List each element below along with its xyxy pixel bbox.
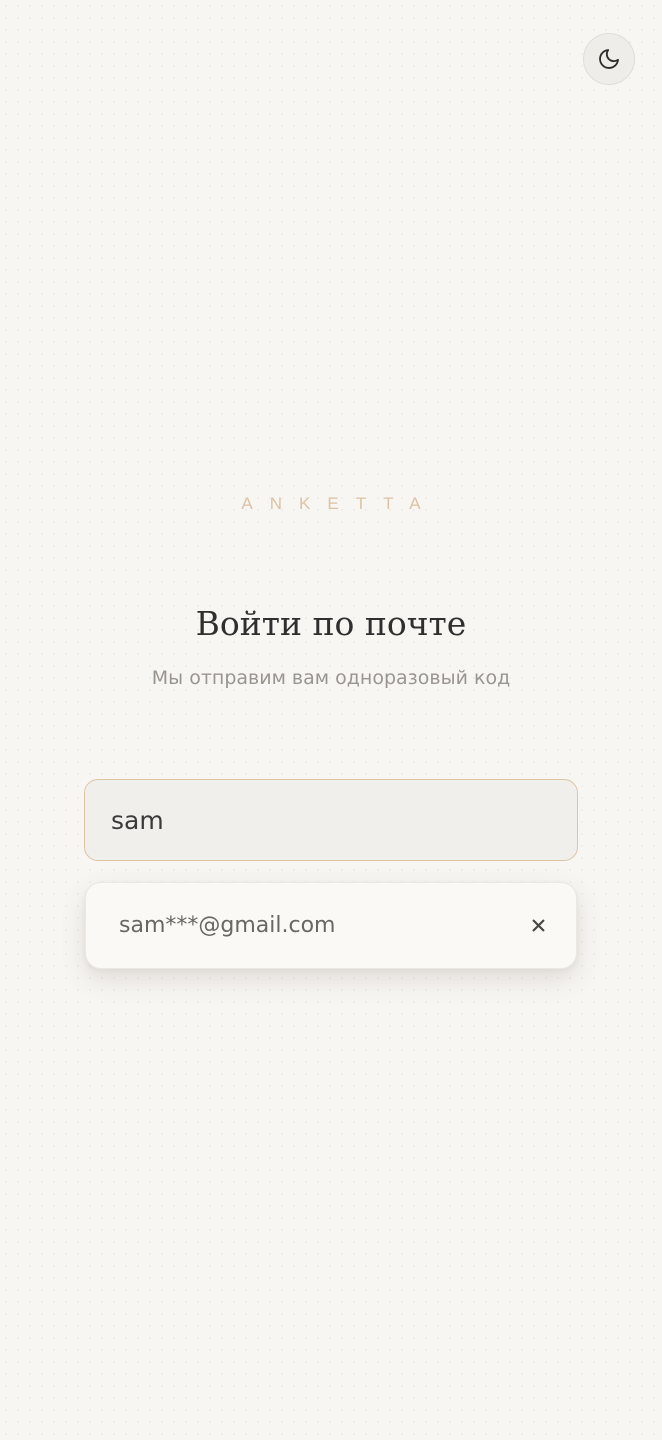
moon-icon: [599, 49, 619, 69]
email-suggestions-dropdown: sam***@gmail.com: [85, 882, 577, 969]
remove-suggestion-button[interactable]: [526, 914, 550, 938]
suggestion-email: sam***@gmail.com: [119, 913, 336, 938]
brand-logo-text: ANKETTA: [241, 494, 438, 513]
email-input[interactable]: [84, 779, 578, 861]
theme-toggle-button[interactable]: [583, 33, 635, 85]
email-suggestion-item[interactable]: sam***@gmail.com: [86, 883, 576, 968]
close-icon: [532, 919, 544, 932]
page-subtitle: Мы отправим вам одноразовый код: [151, 667, 511, 689]
page-title: Войти по почте: [195, 604, 467, 643]
